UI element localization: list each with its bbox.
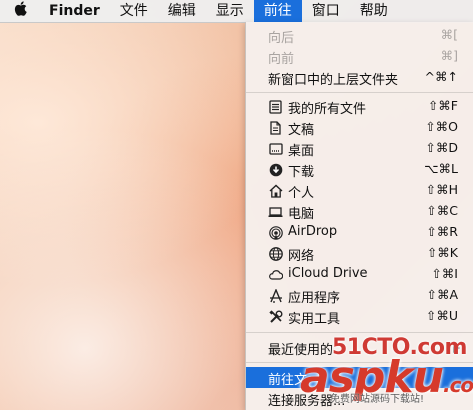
menu-item-label: 应用程序 [288, 291, 341, 306]
menu-item-back[interactable]: 向后 ⌘[ [246, 25, 473, 46]
menu-item-go-to-folder[interactable]: 前往文 [246, 367, 473, 388]
menu-item-utilities[interactable]: 实用工具 ⇧⌘U [246, 306, 473, 327]
menu-item-label: 实用工具 [288, 312, 341, 327]
menu-finder[interactable]: Finder [39, 0, 110, 22]
menu-item-shortcut: ⌘[ [440, 27, 458, 42]
icloud-icon [268, 267, 283, 282]
menu-item-label: 我的所有文件 [288, 102, 367, 117]
menu-item-label: 向前 [268, 52, 295, 67]
menu-item-shortcut: ⇧⌘D [425, 140, 458, 155]
menu-item-label: iCloud Drive [288, 266, 368, 281]
menu-item-shortcut: ^⌘↑ [424, 69, 458, 84]
menu-item-label: 文稿 [288, 123, 315, 138]
applications-icon [268, 288, 283, 303]
menu-item-shortcut: ⇧⌘R [426, 224, 458, 239]
utilities-icon [268, 309, 283, 324]
menu-item-shortcut: ⇧⌘I [431, 266, 458, 281]
menu-bar: Finder 文件 编辑 显示 前往 窗口 帮助 [0, 0, 473, 23]
menu-item-shortcut: ⇧⌘K [426, 245, 458, 260]
menu-edit[interactable]: 编辑 [158, 0, 206, 22]
menu-item-forward[interactable]: 向前 ⌘] [246, 46, 473, 67]
menu-item-airdrop[interactable]: AirDrop ⇧⌘R [246, 222, 473, 243]
menu-go[interactable]: 前往 [253, 0, 302, 22]
menu-item-shortcut: ⇧⌘U [425, 308, 458, 323]
menu-item-label: 新窗口中的上层文件夹 [268, 73, 399, 88]
menu-file[interactable]: 文件 [110, 0, 158, 22]
menu-item-label: 个人 [288, 186, 315, 201]
menu-item-desktop[interactable]: 桌面 ⇧⌘D [246, 138, 473, 159]
home-icon [268, 183, 283, 198]
menu-item-shortcut: ⇧⌘O [425, 119, 458, 134]
menu-separator [246, 332, 473, 333]
menu-item-label: 最近使用的 [268, 343, 334, 358]
menu-item-applications[interactable]: 应用程序 ⇧⌘A [246, 285, 473, 306]
menu-item-label: 桌面 [288, 144, 315, 159]
menu-item-documents[interactable]: 文稿 ⇧⌘O [246, 117, 473, 138]
menu-item-shortcut: ⇧⌘A [426, 287, 458, 302]
menu-item-label: 下载 [288, 165, 315, 180]
menu-item-label: 向后 [268, 31, 295, 46]
menu-item-connect-to-server[interactable]: 连接服务器... [246, 388, 473, 409]
menu-item-downloads[interactable]: 下载 ⌥⌘L [246, 159, 473, 180]
apple-menu[interactable] [0, 0, 39, 22]
menu-item-label: AirDrop [288, 224, 338, 239]
apple-icon [14, 1, 27, 16]
computer-icon [268, 204, 283, 219]
airdrop-icon [268, 225, 283, 240]
menu-view[interactable]: 显示 [206, 0, 254, 22]
menu-separator [246, 92, 473, 93]
all-files-icon [268, 99, 283, 114]
menu-item-label: 网络 [288, 249, 315, 264]
menu-item-shortcut: ⇧⌘C [426, 203, 458, 218]
menu-item-label: 前往文 [268, 373, 308, 388]
menu-item-shortcut: ⌥⌘L [424, 161, 458, 176]
menu-item-label: 电脑 [288, 207, 315, 222]
menu-window[interactable]: 窗口 [302, 0, 350, 22]
menu-help[interactable]: 帮助 [350, 0, 398, 22]
menu-item-label: 连接服务器... [268, 394, 346, 409]
menu-item-home[interactable]: 个人 ⇧⌘H [246, 180, 473, 201]
menu-separator [246, 362, 473, 363]
menu-item-shortcut: ⌘] [440, 48, 458, 63]
documents-icon [268, 120, 283, 135]
menu-item-computer[interactable]: 电脑 ⇧⌘C [246, 201, 473, 222]
menu-item-enclosing-folder[interactable]: 新窗口中的上层文件夹 ^⌘↑ [246, 67, 473, 88]
menu-item-recent-folders[interactable]: 最近使用的 [246, 337, 473, 358]
desktop-icon [268, 141, 283, 156]
go-menu-dropdown: 向后 ⌘[ 向前 ⌘] 新窗口中的上层文件夹 ^⌘↑ 我的所有文件 ⇧⌘F 文稿… [245, 22, 473, 410]
menu-item-network[interactable]: 网络 ⇧⌘K [246, 243, 473, 264]
downloads-icon [268, 162, 283, 177]
submenu-arrow-icon [453, 343, 460, 353]
menu-item-shortcut: ⇧⌘H [425, 182, 458, 197]
menu-item-icloud-drive[interactable]: iCloud Drive ⇧⌘I [246, 264, 473, 285]
network-icon [268, 246, 283, 261]
menu-item-all-my-files[interactable]: 我的所有文件 ⇧⌘F [246, 96, 473, 117]
menu-item-shortcut: ⇧⌘F [427, 98, 458, 113]
